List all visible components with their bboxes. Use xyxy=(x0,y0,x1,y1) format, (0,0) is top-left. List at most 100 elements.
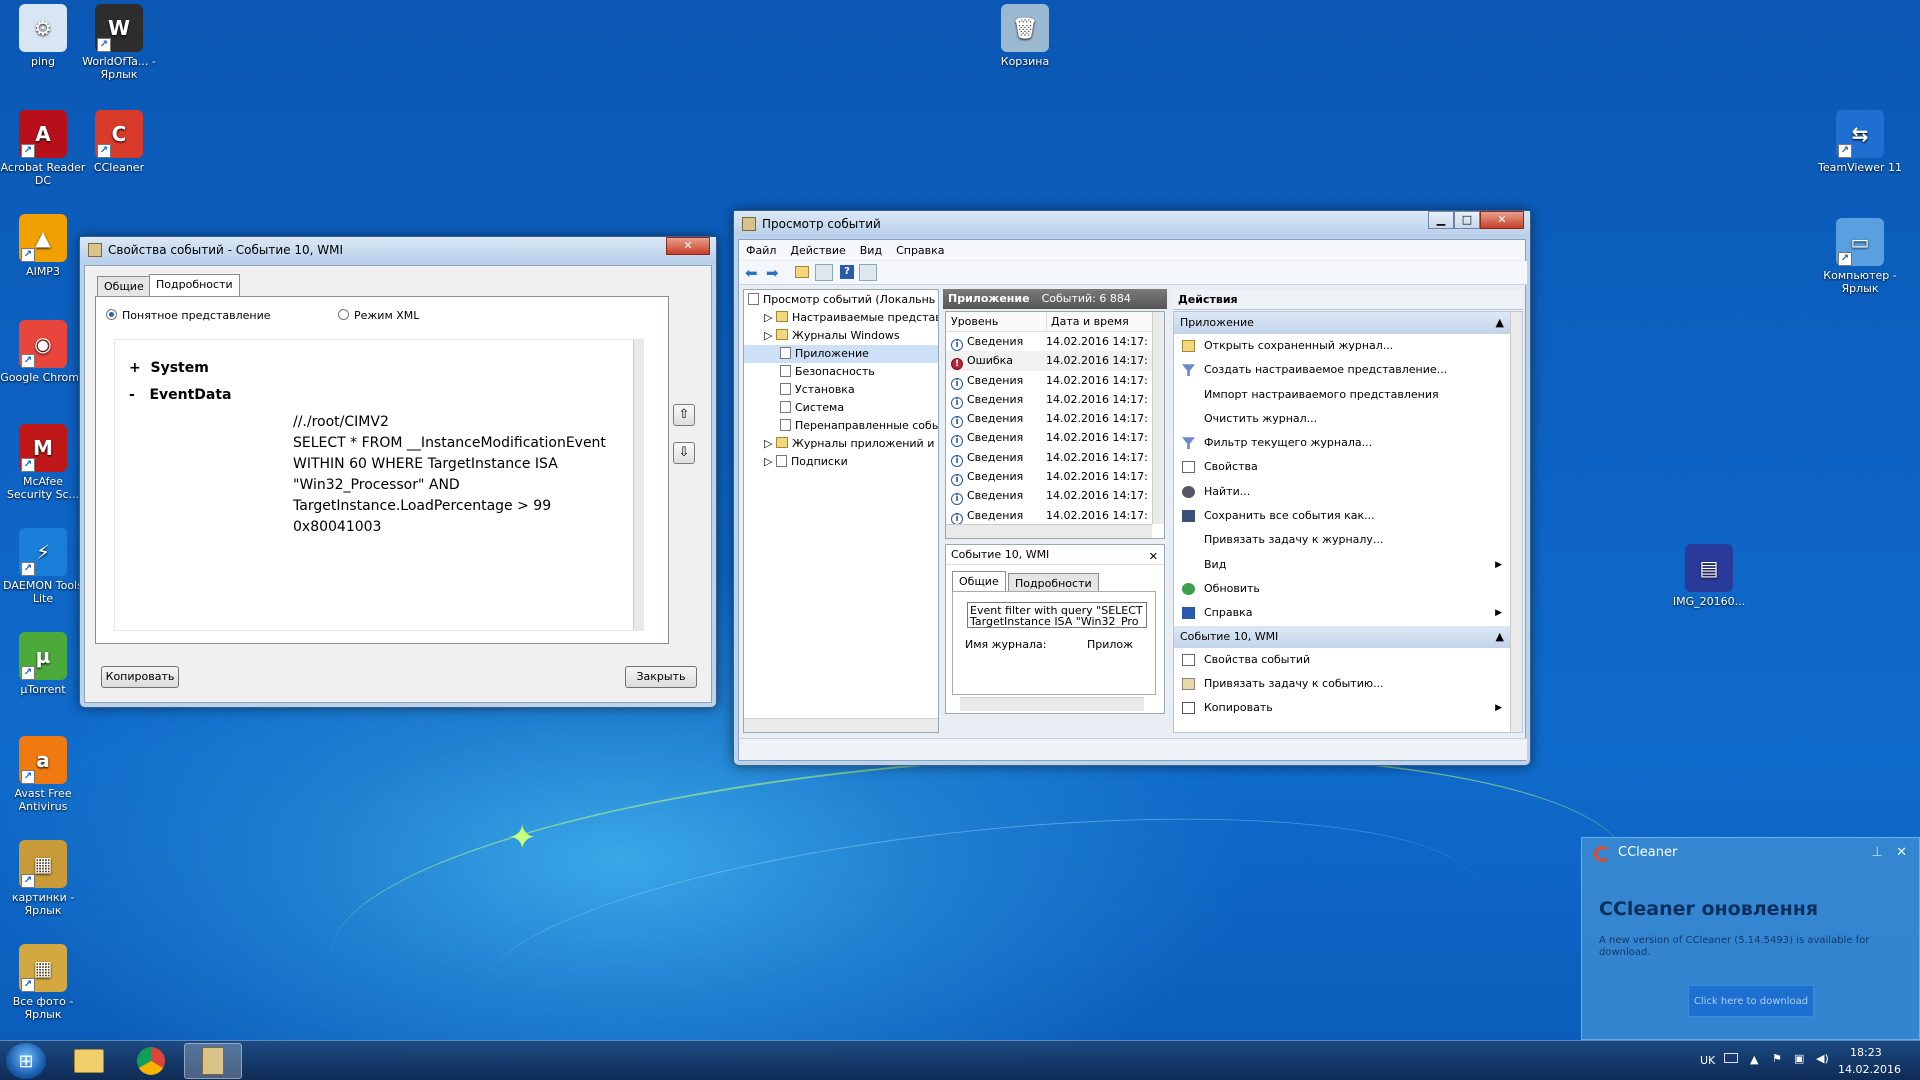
language-indicator[interactable]: UK xyxy=(1700,1054,1715,1067)
previous-event-button[interactable]: ⇧ xyxy=(673,404,695,426)
table-row[interactable]: i Сведения 14.02.2016 14:17:0 xyxy=(946,467,1164,487)
system-node[interactable]: + System xyxy=(129,360,209,376)
collapse-icon[interactable]: ▲ xyxy=(1496,626,1504,648)
tree-item[interactable]: Просмотр событий (Локальнь xyxy=(744,291,938,309)
table-row[interactable]: ! Ошибка 14.02.2016 14:17:3 xyxy=(946,351,1164,371)
desktop-icon[interactable]: µ ↗ µTorrent xyxy=(0,632,86,696)
back-icon[interactable]: ⬅ xyxy=(745,264,758,282)
tree-hscrollbar[interactable] xyxy=(744,718,938,732)
action-item[interactable]: Вид ▶ xyxy=(1174,553,1522,577)
grid-vscrollbar[interactable] xyxy=(1152,312,1164,524)
desktop-icon[interactable]: ⚡ ↗ DAEMON Tools Lite xyxy=(0,528,86,605)
radio-xml[interactable]: Режим XML xyxy=(338,309,419,322)
download-button[interactable]: Click here to download xyxy=(1688,985,1814,1017)
tree-item[interactable]: ▷ Журналы приложений и сл xyxy=(744,435,938,453)
pin-icon[interactable]: ⊥ xyxy=(1872,838,1883,868)
expand-arrow-icon[interactable]: ▷ xyxy=(764,311,776,324)
desktop-icon[interactable]: C ↗ CCleaner xyxy=(76,110,162,174)
menu-item[interactable]: Действие xyxy=(790,244,845,257)
desktop-icon[interactable]: ▦ ↗ Все фото - Ярлык xyxy=(0,944,86,1021)
data-scrollbar[interactable] xyxy=(633,340,643,630)
col-date[interactable]: Дата и время xyxy=(1046,312,1148,331)
action-item[interactable]: Привязать задачу к событию... xyxy=(1174,672,1522,696)
actions-section-event[interactable]: Событие 10, WMI ▲ xyxy=(1174,625,1522,648)
desktop-icon[interactable]: ▭ ↗ Компьютер - Ярлык xyxy=(1817,218,1903,295)
close-button[interactable]: Закрыть xyxy=(625,666,697,688)
menu-item[interactable]: Файл xyxy=(746,244,776,257)
desktop-icon[interactable]: M ↗ McAfee Security Sc... xyxy=(0,424,86,501)
volume-icon[interactable]: ◀) xyxy=(1816,1052,1829,1065)
table-row[interactable]: i Сведения 14.02.2016 14:17:1 xyxy=(946,390,1164,409)
desktop-icon[interactable]: ⇆ ↗ TeamViewer 11 xyxy=(1817,110,1903,174)
actions-section-log[interactable]: Приложение ▲ xyxy=(1174,312,1522,334)
tree-item[interactable]: Установка xyxy=(744,381,938,399)
radio-friendly[interactable]: Понятное представление xyxy=(106,309,271,322)
tree-item[interactable]: Система xyxy=(744,399,938,417)
actions-vscrollbar[interactable] xyxy=(1510,312,1522,732)
minimize-button[interactable]: ▁ xyxy=(1428,211,1454,229)
window-titlebar[interactable]: Просмотр событий ▁ □ ✕ xyxy=(734,211,1530,237)
table-row[interactable]: i Сведения 14.02.2016 14:17:3 xyxy=(946,332,1164,351)
grid-hscrollbar[interactable] xyxy=(946,524,1152,538)
action-item[interactable]: Обновить xyxy=(1174,577,1522,601)
flag-icon[interactable]: ⚑ xyxy=(1772,1052,1782,1065)
close-detail-icon[interactable]: ✕ xyxy=(1149,547,1158,567)
detail-hscrollbar[interactable] xyxy=(960,697,1144,711)
tree-item[interactable]: ▷ Журналы Windows xyxy=(744,327,938,345)
radio-friendly-dot[interactable] xyxy=(106,309,117,320)
menu-item[interactable]: Вид xyxy=(860,244,882,257)
detail-tab-details[interactable]: Подробности xyxy=(1008,573,1099,591)
desktop-icon[interactable]: ▤ IMG_20160... xyxy=(1666,544,1752,608)
action-item[interactable]: Найти... xyxy=(1174,480,1522,504)
expand-arrow-icon[interactable]: ▷ xyxy=(764,329,776,342)
tree-item[interactable]: Безопасность xyxy=(744,363,938,381)
tree-item[interactable]: ▷ Подписки xyxy=(744,453,938,471)
action-item[interactable]: Сохранить все события как... xyxy=(1174,504,1522,528)
col-level[interactable]: Уровень xyxy=(946,312,1046,331)
table-row[interactable]: i Сведения 14.02.2016 14:17:0 xyxy=(946,448,1164,467)
show-hidden-icon[interactable]: ▲ xyxy=(1750,1053,1758,1066)
table-row[interactable]: i Сведения 14.02.2016 14:17:1 xyxy=(946,428,1164,448)
action-item[interactable]: Создать настраиваемое представление... xyxy=(1174,358,1522,382)
forward-icon[interactable]: ➡ xyxy=(766,264,779,282)
taskbar-chrome[interactable] xyxy=(122,1043,180,1079)
close-window-button[interactable]: ✕ xyxy=(666,237,710,255)
action-item[interactable]: Привязать задачу к журналу... xyxy=(1174,528,1522,552)
desktop-icon[interactable]: W ↗ WorldOfTa... - Ярлык xyxy=(76,4,162,81)
table-row[interactable]: i Сведения 14.02.2016 14:17:0 xyxy=(946,506,1164,524)
action-item[interactable]: Копировать ▶ xyxy=(1174,696,1522,720)
table-row[interactable]: i Сведения 14.02.2016 14:17:3 xyxy=(946,371,1164,390)
action-item[interactable]: Открыть сохраненный журнал... xyxy=(1174,334,1522,358)
start-button[interactable]: ⊞ xyxy=(6,1043,46,1079)
menu-item[interactable]: Справка xyxy=(896,244,944,257)
action-item[interactable]: Справка ▶ xyxy=(1174,601,1522,625)
action-item[interactable]: Свойства событий xyxy=(1174,648,1522,672)
keyboard-icon[interactable] xyxy=(1724,1053,1738,1063)
collapse-icon[interactable]: ▲ xyxy=(1496,312,1504,334)
action-item[interactable]: Очистить журнал... xyxy=(1174,407,1522,431)
tree-item[interactable]: Приложение xyxy=(744,345,938,363)
maximize-button[interactable]: □ xyxy=(1454,211,1480,229)
desktop-icon[interactable]: ⚙ ping xyxy=(0,4,86,68)
table-row[interactable]: i Сведения 14.02.2016 14:17:0 xyxy=(946,486,1164,506)
expand-arrow-icon[interactable]: ▷ xyxy=(764,437,776,450)
tab-details[interactable]: Подробности xyxy=(149,274,240,296)
tab-general[interactable]: Общие xyxy=(97,276,151,296)
action-item[interactable]: Импорт настраиваемого представления xyxy=(1174,383,1522,407)
desktop-icon[interactable]: ◉ ↗ Google Chrome xyxy=(0,320,86,384)
action-pane-icon[interactable] xyxy=(859,264,877,281)
action-item[interactable]: Свойства xyxy=(1174,455,1522,479)
clock-date[interactable]: 14.02.2016 xyxy=(1838,1063,1901,1076)
expand-arrow-icon[interactable]: ▷ xyxy=(764,455,776,468)
clock-time[interactable]: 18:23 xyxy=(1850,1046,1882,1059)
table-row[interactable]: i Сведения 14.02.2016 14:17:1 xyxy=(946,409,1164,429)
desktop-icon[interactable]: ▦ ↗ картинки - Ярлык xyxy=(0,840,86,917)
taskbar-event-viewer[interactable] xyxy=(184,1043,242,1079)
tree-item[interactable]: Перенаправленные собы xyxy=(744,417,938,435)
desktop-icon[interactable]: A ↗ Acrobat Reader DC xyxy=(0,110,86,187)
desktop-icon[interactable]: ▲ ↗ AIMP3 xyxy=(0,214,86,278)
taskbar-explorer[interactable] xyxy=(60,1043,118,1079)
show-tree-icon[interactable] xyxy=(815,264,833,281)
copy-button[interactable]: Копировать xyxy=(101,666,179,688)
window-titlebar[interactable]: Свойства событий - Событие 10, WMI ✕ xyxy=(80,237,716,263)
